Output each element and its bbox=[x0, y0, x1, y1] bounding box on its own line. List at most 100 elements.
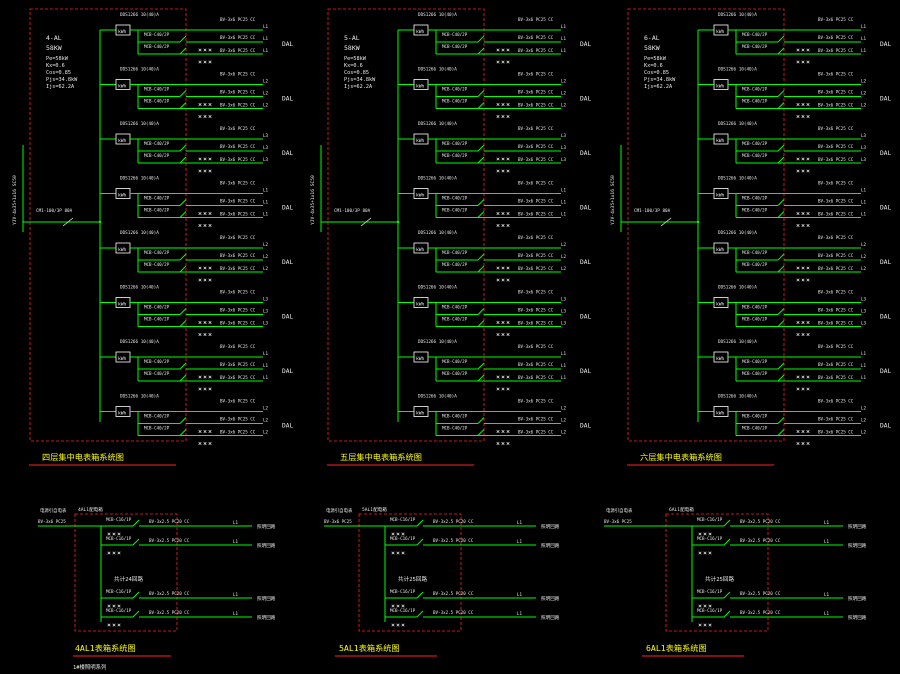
box-load-label: 照明回路 bbox=[257, 542, 276, 549]
circuit-4: DDS1266 10(40)A kWh BV-3x6 PC25 CC L1 MCB-C4… bbox=[698, 176, 891, 228]
breaker-label: MCB-C40/2P bbox=[742, 87, 768, 92]
breaker-blade bbox=[179, 429, 187, 436]
breaker-blade bbox=[179, 265, 187, 273]
load-label: DAL bbox=[282, 259, 293, 266]
cable-label: BV-3x6 PC25 CC bbox=[220, 362, 256, 367]
circuit-3: DDS1266 10(40)A kWh BV-3x6 PC25 CC L3 MCB-C4… bbox=[398, 121, 591, 173]
load-label: DAL bbox=[580, 368, 591, 375]
cable-label: BV-3x6 PC25 CC bbox=[220, 344, 256, 349]
panel-title: 五层集中电表箱系统图 bbox=[340, 452, 422, 462]
breaker-blade bbox=[777, 417, 785, 424]
cable-label: BV-3x6 PC25 CC bbox=[518, 266, 554, 271]
breaker-blade bbox=[179, 417, 187, 424]
load-label: DAL bbox=[880, 314, 891, 321]
cable-label: BV-3x6 PC25 CC bbox=[518, 212, 554, 217]
load-label: DAL bbox=[580, 150, 591, 157]
box-breaker-label: MCB-C16/1P bbox=[106, 608, 132, 613]
phase-label-mid: L2 bbox=[263, 91, 269, 96]
breaker-label: MCB-C40/2P bbox=[742, 99, 768, 104]
box-load-label: 照明回路 bbox=[257, 595, 276, 602]
kwh-meter-label: kWh bbox=[416, 29, 425, 35]
phase-label-mid: L3 bbox=[561, 145, 567, 150]
phase-label-mid: L2 bbox=[263, 418, 269, 423]
cable-label: BV-3x6 PC25 CC bbox=[818, 103, 854, 108]
cable-label: BV-3x6 PC25 CC bbox=[518, 362, 554, 367]
cad-drawing-canvas[interactable]: 4-AL 58KW Pe=58kW Kx=0.6 Cos=0.85 Pjs=34.8kW I… bbox=[0, 0, 900, 674]
load-label: DAL bbox=[580, 423, 591, 430]
phase-label-bottom: L2 bbox=[861, 103, 867, 108]
breaker-blade bbox=[179, 362, 187, 370]
meter-type-label: DDS1266 10(40)A bbox=[418, 339, 457, 345]
cable-label: BV-3x6 PC25 CC bbox=[518, 375, 554, 380]
cable-label: BV-3x6 PC25 CC bbox=[518, 35, 554, 40]
box-load-label: 照明回路 bbox=[257, 523, 276, 530]
box-phase-label: L1 bbox=[517, 539, 523, 544]
box-center-label: 共计25回路 bbox=[705, 575, 735, 583]
phase-label-top: L1 bbox=[861, 351, 867, 356]
cable-label: BV-3x6 PC25 CC bbox=[518, 72, 554, 77]
phase-label-mid: L1 bbox=[263, 363, 269, 368]
load-label: DAL bbox=[880, 368, 891, 375]
breaker-blade bbox=[777, 265, 785, 273]
breaker-blade bbox=[477, 102, 485, 109]
main-breaker-label: CM1-100/3P 80A bbox=[634, 208, 671, 214]
breaker-label: MCB-C40/2P bbox=[742, 305, 768, 310]
load-label: DAL bbox=[880, 150, 891, 157]
breaker-blade bbox=[477, 320, 485, 327]
source-label: 电源引自电表 bbox=[606, 507, 633, 514]
circuit-6: DDS1266 10(40)A kWh BV-3x6 PC25 CC L3 MCB-C4… bbox=[398, 285, 591, 337]
circuit-6: DDS1266 10(40)A kWh BV-3x6 PC25 CC L3 MCB-C4… bbox=[100, 285, 293, 337]
breaker-blade bbox=[777, 362, 785, 370]
meter-type-label: DDS1266 10(40)A bbox=[120, 230, 159, 236]
phase-label-mid: L1 bbox=[561, 363, 567, 368]
box-breaker-label: MCB-C16/1P bbox=[697, 517, 723, 522]
circuit-5: DDS1266 10(40)A kWh BV-3x6 PC25 CC L2 MCB-C4… bbox=[100, 230, 293, 282]
box-label: 4AL1配电箱 bbox=[78, 506, 103, 513]
box-cable-label: BV-3x2.5 PC20 CC bbox=[149, 519, 190, 524]
breaker-blade bbox=[179, 144, 187, 152]
phase-label-bottom: L2 bbox=[561, 430, 567, 435]
box-phase-label: L1 bbox=[517, 520, 523, 525]
box-load-label: 照明回路 bbox=[848, 542, 867, 549]
cable-label: BV-3x6 PC25 CC bbox=[818, 17, 854, 22]
panel-info-line: Cos=0.85 bbox=[344, 70, 369, 76]
box-subtitle: 1#楼照明系列 bbox=[73, 663, 106, 671]
box-cable-label: BV-3x2.5 PC20 CC bbox=[433, 610, 474, 615]
meter-type-label: DDS1266 10(40)A bbox=[120, 67, 159, 73]
kwh-meter-label: kWh bbox=[416, 193, 425, 199]
phase-label-mid: L1 bbox=[861, 363, 867, 368]
panel-info-line: 4-AL bbox=[46, 34, 62, 42]
circuit-8: DDS1266 10(40)A kWh BV-3x6 PC25 CC L2 MCB-C4… bbox=[698, 394, 891, 446]
phase-label-top: L3 bbox=[861, 297, 867, 302]
panel-info-line: Ijs=62.2A bbox=[644, 84, 673, 90]
phase-label-mid: L2 bbox=[861, 418, 867, 423]
load-label: DAL bbox=[880, 205, 891, 212]
cable-label: BV-3x6 PC25 CC bbox=[220, 90, 256, 95]
phase-label-mid: L2 bbox=[561, 254, 567, 259]
breaker-label: MCB-C40/2P bbox=[742, 196, 768, 201]
box-phase-label: L1 bbox=[824, 520, 830, 525]
breaker-label: MCB-C40/2P bbox=[442, 208, 468, 213]
phase-label-mid: L2 bbox=[263, 254, 269, 259]
phase-label-mid: L3 bbox=[263, 145, 269, 150]
cable-label: BV-3x6 PC25 CC bbox=[220, 126, 256, 131]
source-label: 电源引自电表 bbox=[40, 507, 67, 514]
load-label: DAL bbox=[282, 150, 293, 157]
circuit-2: DDS1266 10(40)A kWh BV-3x6 PC25 CC L2 MCB-C4… bbox=[698, 67, 891, 119]
phase-label-top: L3 bbox=[561, 297, 567, 302]
box-load-label: 照明回路 bbox=[257, 614, 276, 621]
meter-type-label: DDS1266 10(40)A bbox=[418, 176, 457, 182]
box-phase-label: L1 bbox=[233, 592, 239, 597]
breaker-label: MCB-C40/2P bbox=[442, 371, 468, 376]
meter-type-label: DDS1266 10(40)A bbox=[718, 176, 757, 182]
incoming-cable-label: YJV-4x35+1x16 SC50 bbox=[12, 175, 18, 225]
cable-label: BV-3x6 PC25 CC bbox=[818, 235, 854, 240]
breaker-blade bbox=[477, 47, 485, 55]
circuit-1: DDS1266 10(40)A kWh BV-3x6 PC25 CC L1 MCB-C4… bbox=[398, 12, 591, 64]
breaker-blade bbox=[477, 199, 485, 206]
meter-type-label: DDS1266 10(40)A bbox=[418, 12, 457, 18]
cable-label: BV-3x6 PC25 CC bbox=[818, 212, 854, 217]
circuit-5: DDS1266 10(40)A kWh BV-3x6 PC25 CC L2 MCB-C4… bbox=[698, 230, 891, 282]
kwh-meter-label: kWh bbox=[416, 411, 425, 417]
box-load-label: 照明回路 bbox=[541, 542, 560, 549]
